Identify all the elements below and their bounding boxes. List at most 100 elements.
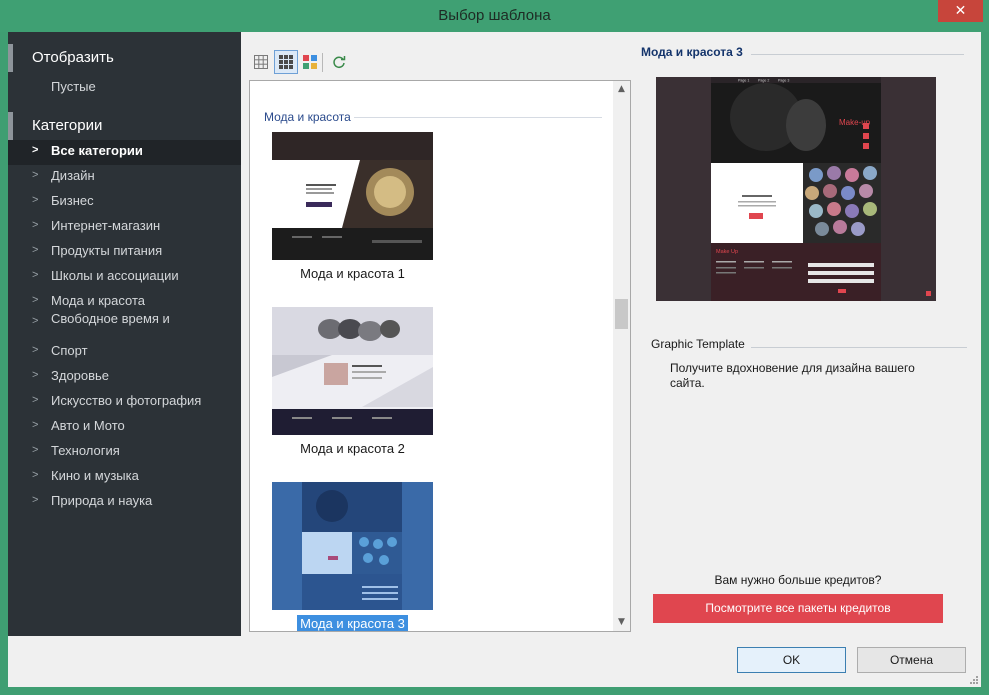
scroll-up-arrow-icon[interactable]: ▲ <box>613 81 630 98</box>
chevron-right-icon: > <box>32 494 39 506</box>
category-label: Здоровье <box>51 368 110 383</box>
template-caption-text: Мода и красота 2 <box>300 441 405 456</box>
category-item[interactable]: > Авто и Мото <box>8 415 241 440</box>
chevron-right-icon: > <box>32 394 39 406</box>
category-label: Продукты питания <box>51 243 163 258</box>
category-item[interactable]: > Бизнес <box>8 190 241 215</box>
toolbar-divider <box>322 53 323 72</box>
category-item[interactable]: > Мода и красота <box>8 290 241 311</box>
display-header-label: Отобразить <box>32 49 114 66</box>
category-item[interactable]: > Школы и ассоциации <box>8 265 241 290</box>
category-label: Дизайн <box>51 168 95 183</box>
refresh-button[interactable] <box>327 50 351 74</box>
category-list: > Все категории > Дизайн > Бизнес > Интернет… <box>8 140 241 515</box>
window-title: Выбор шаблона <box>438 7 551 24</box>
template-type-label: Graphic Template <box>651 337 745 351</box>
chevron-right-icon: > <box>32 369 39 381</box>
preview-image-graphic: Page 1 Page 2 Page 3 Make-up Make Up <box>656 77 936 301</box>
cancel-button[interactable]: Отмена <box>857 647 966 673</box>
template-list: Мода и красота Мода и красота 1 Мода и к… <box>249 80 631 632</box>
template-caption-text: Мода и красота 3 <box>297 615 408 631</box>
small-grid-view-button[interactable] <box>249 50 273 74</box>
category-item[interactable]: > Природа и наука <box>8 490 241 515</box>
category-item[interactable]: > Все категории <box>8 140 241 165</box>
close-button[interactable]: ✕ <box>938 0 983 22</box>
scroll-down-arrow-icon[interactable]: ▼ <box>613 614 630 631</box>
category-label: Природа и наука <box>51 493 153 508</box>
category-item[interactable]: > Продукты питания <box>8 240 241 265</box>
template-thumbnail[interactable] <box>272 132 433 260</box>
preview-title: Мода и красота 3 <box>641 45 743 59</box>
category-label: Мода и красота <box>51 293 145 308</box>
category-item[interactable]: > Технология <box>8 440 241 465</box>
category-label: Свободное время и <box>51 311 170 326</box>
template-thumbnail[interactable] <box>272 307 433 435</box>
dialog-body: Отобразить Пустые Категории > Все категор… <box>8 32 981 687</box>
preview-footer-heading: Make Up <box>716 249 738 255</box>
small-grid-view-icon <box>254 55 268 69</box>
template-caption-text: Мода и красота 1 <box>300 266 405 281</box>
scroll-thumb[interactable] <box>615 299 628 329</box>
template-caption[interactable]: Мода и красота 3 <box>272 615 433 631</box>
sidebar-item-empty[interactable]: Пустые <box>51 79 96 94</box>
category-label: Все категории <box>51 143 143 158</box>
preview-nav-item: Page 3 <box>778 79 789 83</box>
chevron-right-icon: > <box>32 469 39 481</box>
refresh-icon <box>333 56 346 69</box>
category-label: Искусство и фотография <box>51 393 202 408</box>
category-item[interactable]: > Интернет-магазин <box>8 215 241 240</box>
template-preview-image: Page 1 Page 2 Page 3 Make-up Make Up <box>656 77 936 301</box>
chevron-right-icon: > <box>32 344 39 356</box>
chevron-right-icon: > <box>32 144 39 156</box>
template-group-title: Мода и красота <box>264 110 351 124</box>
chevron-right-icon: > <box>32 444 39 456</box>
color-grid-view-icon <box>303 55 317 69</box>
chevron-right-icon: > <box>32 219 39 231</box>
category-item[interactable]: > Искусство и фотография <box>8 390 241 415</box>
ok-button[interactable]: OK <box>737 647 846 673</box>
medium-grid-view-icon <box>279 55 293 69</box>
chevron-right-icon: > <box>32 315 39 327</box>
category-label: Технология <box>51 443 120 458</box>
categories-section-header: Категории <box>8 112 241 140</box>
template-thumbnail-image-2 <box>272 307 433 435</box>
category-label: Спорт <box>51 343 88 358</box>
category-item[interactable]: > Дизайн <box>8 165 241 190</box>
category-item[interactable]: > Спорт <box>8 340 241 365</box>
category-item[interactable]: > Свободное время и <box>8 311 241 340</box>
template-thumbnail-image-3 <box>272 482 433 610</box>
chevron-right-icon: > <box>32 244 39 256</box>
resize-grip-icon[interactable] <box>968 674 978 684</box>
preview-nav-item: Page 1 <box>738 79 749 83</box>
category-label: Кино и музыка <box>51 468 139 483</box>
category-item[interactable]: > Здоровье <box>8 365 241 390</box>
medium-grid-view-button[interactable] <box>274 50 298 74</box>
chevron-right-icon: > <box>32 169 39 181</box>
category-label: Школы и ассоциации <box>51 268 179 283</box>
category-item[interactable]: > Кино и музыка <box>8 465 241 490</box>
categories-header-label: Категории <box>32 117 103 134</box>
template-type-divider <box>751 347 967 348</box>
template-thumbnail-image-1 <box>272 132 433 260</box>
sidebar: Отобразить Пустые Категории > Все категор… <box>8 32 241 636</box>
template-description: Получите вдохновение для дизайна вашего … <box>670 361 915 390</box>
chevron-right-icon: > <box>32 269 39 281</box>
template-caption[interactable]: Мода и красота 1 <box>272 266 433 281</box>
category-label: Интернет-магазин <box>51 218 161 233</box>
display-section-header: Отобразить <box>8 44 241 72</box>
color-grid-view-button[interactable] <box>298 50 322 74</box>
list-scrollbar[interactable]: ▲ ▼ <box>613 81 630 631</box>
chevron-right-icon: > <box>32 419 39 431</box>
category-label: Бизнес <box>51 193 94 208</box>
title-bar: Выбор шаблона ✕ <box>0 0 989 32</box>
category-label: Авто и Мото <box>51 418 125 433</box>
preview-title-divider <box>751 54 964 55</box>
preview-nav-item: Page 2 <box>758 79 769 83</box>
view-credit-packages-button[interactable]: Посмотрите все пакеты кредитов <box>653 594 943 623</box>
chevron-right-icon: > <box>32 294 39 306</box>
template-caption[interactable]: Мода и красота 2 <box>272 441 433 456</box>
chevron-right-icon: > <box>32 194 39 206</box>
group-divider <box>354 117 602 118</box>
template-thumbnail[interactable] <box>272 482 433 610</box>
view-toolbar <box>249 50 369 76</box>
